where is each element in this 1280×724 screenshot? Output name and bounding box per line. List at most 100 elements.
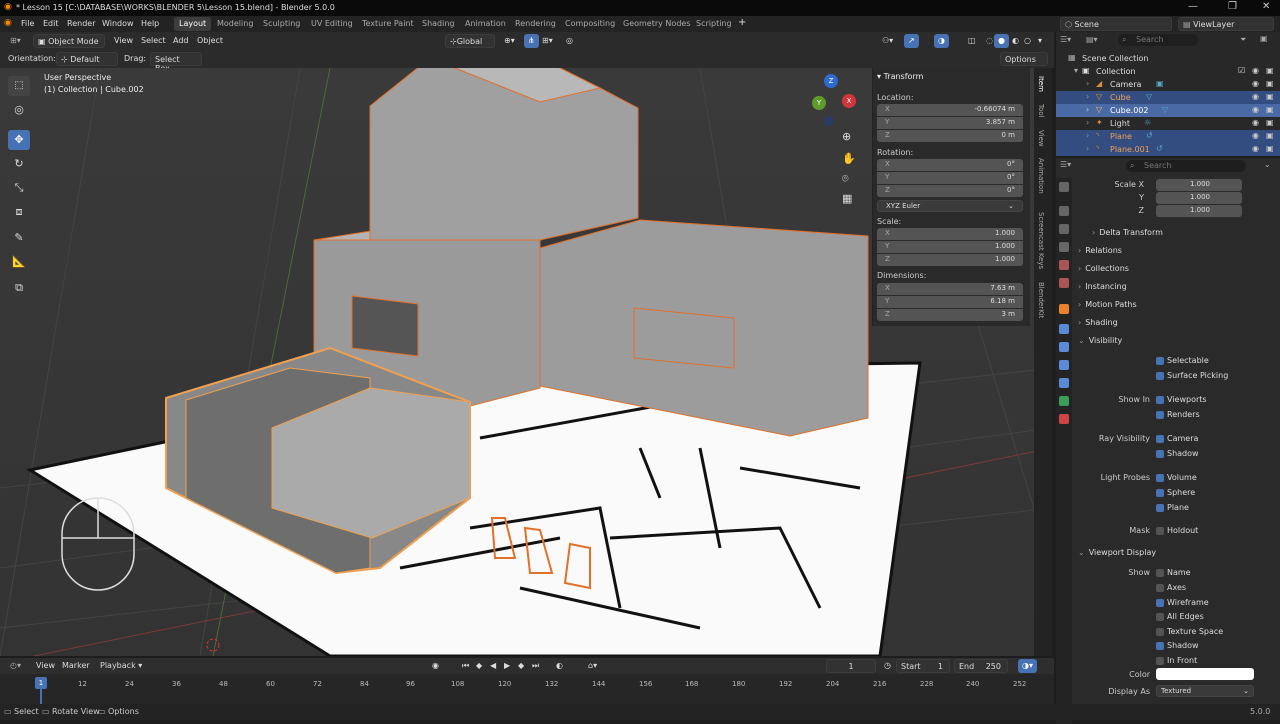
menu-view[interactable]: View xyxy=(110,34,137,48)
end-frame-field[interactable]: End 250 xyxy=(954,659,1008,673)
measure-tool-icon[interactable]: 📐 xyxy=(8,252,30,272)
outliner-editor-icon[interactable]: ☰▾ xyxy=(1060,35,1071,44)
record-icon[interactable]: ◉ xyxy=(428,659,443,673)
mode-selector[interactable]: ▣ Object Mode xyxy=(33,34,105,48)
new-collection-icon[interactable]: ▣ xyxy=(1260,34,1268,43)
output-tab-icon[interactable] xyxy=(1059,224,1069,234)
rotation-y-field[interactable]: Y 0° xyxy=(877,172,1023,184)
camera-render-icon[interactable]: ▣ xyxy=(1266,66,1274,75)
timeline-view-menu[interactable]: View xyxy=(32,659,59,673)
rotation-z-field[interactable]: Z 0° xyxy=(877,185,1023,197)
tab-shading[interactable]: Shading xyxy=(417,17,460,31)
tab-screencast-keys[interactable]: Screencast Keys xyxy=(1037,212,1045,269)
menu-select[interactable]: Select xyxy=(137,34,170,48)
outliner-item-plane[interactable]: › ◝ Plane ↺ ◉ ▣ xyxy=(1056,130,1280,143)
current-frame-field[interactable]: 1 xyxy=(826,659,876,673)
outliner-item-cube[interactable]: › ▽ Cube ▽ ◉ ▣ xyxy=(1056,91,1280,104)
menu-add[interactable]: Add xyxy=(169,34,193,48)
rotate-tool-icon[interactable]: ↻ xyxy=(8,154,30,174)
instancing-section[interactable]: › Instancing xyxy=(1078,282,1127,291)
relations-section[interactable]: › Relations xyxy=(1078,246,1122,255)
modifier-tab-icon[interactable] xyxy=(1059,324,1069,334)
menu-help[interactable]: Help xyxy=(141,19,159,28)
outliner-item-cube-002[interactable]: › ▽ Cube.002 ▽ ◉ ▣ xyxy=(1056,104,1280,117)
tool-tab-icon[interactable] xyxy=(1059,182,1069,192)
render-tab-icon[interactable] xyxy=(1059,206,1069,216)
pan-hand-icon[interactable]: ✋ xyxy=(842,152,856,165)
navigation-gizmo[interactable]: Z X Y xyxy=(806,72,858,132)
location-x-field[interactable]: X -0.66074 m xyxy=(877,104,1023,116)
keying-icon[interactable]: ◐ xyxy=(552,659,567,673)
physics-tab-icon[interactable] xyxy=(1059,360,1069,370)
add-workspace-icon[interactable]: + xyxy=(738,17,746,28)
scene-selector[interactable]: ⬡ Scene xyxy=(1060,17,1172,31)
filter-icon[interactable]: ⏷ xyxy=(1240,35,1246,45)
camera-render-icon[interactable]: ▣ xyxy=(1266,79,1274,88)
motion-paths-section[interactable]: › Motion Paths xyxy=(1078,300,1137,309)
tab-sculpting[interactable]: Sculpting xyxy=(258,17,305,31)
auto-key-icon[interactable]: ⌂▾ xyxy=(584,659,601,673)
eye-icon[interactable]: ◉ xyxy=(1252,144,1259,153)
scale-z-field[interactable]: Z 1.000 xyxy=(877,254,1023,266)
timeline-scrubber[interactable]: 1 xyxy=(0,674,1054,704)
tab-animation[interactable]: Animation xyxy=(460,17,511,31)
tab-animation-sidebar[interactable]: Animation xyxy=(1037,158,1045,194)
tab-item[interactable]: Item xyxy=(1037,76,1045,92)
add-cube-tool-icon[interactable]: ⧉ xyxy=(8,278,30,298)
cursor-tool-icon[interactable]: ◎ xyxy=(8,100,30,120)
visibility-section[interactable]: ⌄ Visibility xyxy=(1078,336,1122,345)
outliner-item-camera[interactable]: › ◢ Camera ▣ ◉ ▣ xyxy=(1056,78,1280,91)
scene-tab-icon[interactable] xyxy=(1059,260,1069,270)
tab-scripting[interactable]: Scripting xyxy=(691,17,737,31)
tab-compositing[interactable]: Compositing xyxy=(560,17,620,31)
scale-y-field[interactable]: Y 1.000 xyxy=(877,241,1023,253)
outliner-item-plane-001[interactable]: › ◝ Plane.001 ↺ ◉ ▣ xyxy=(1056,143,1280,156)
prev-keyframe-icon[interactable]: ◆ xyxy=(472,659,486,673)
menu-file[interactable]: File xyxy=(21,19,34,28)
tab-tool[interactable]: Tool xyxy=(1037,104,1045,118)
timeline-options-icon[interactable]: ◑▾ xyxy=(1018,659,1037,673)
camera-render-icon[interactable]: ▣ xyxy=(1266,131,1274,140)
snap-target-icon[interactable]: ⊞▾ xyxy=(538,34,557,48)
properties-search-input[interactable]: ⌕ Search xyxy=(1126,160,1246,172)
constraints-tab-icon[interactable] xyxy=(1059,378,1069,388)
viewlayer-selector[interactable]: ▤ ViewLayer xyxy=(1178,17,1274,31)
tab-layout[interactable]: Layout xyxy=(174,17,212,31)
gizmo-x-axis[interactable]: X xyxy=(842,94,856,108)
xray-icon[interactable]: ◫ xyxy=(964,34,980,48)
menu-object[interactable]: Object xyxy=(193,34,227,48)
eye-icon[interactable]: ◉ xyxy=(1252,131,1259,140)
transform-orientation[interactable]: ⊹Global xyxy=(445,34,495,48)
dimensions-y-field[interactable]: Y 6.18 m xyxy=(877,296,1023,308)
transform-panel-header[interactable]: ▾ Transform xyxy=(877,72,923,81)
menu-edit[interactable]: Edit xyxy=(43,19,59,28)
play-icon[interactable]: ▶ xyxy=(500,659,514,673)
props-scale-y-field[interactable]: 1.000 xyxy=(1156,192,1242,204)
timeline-playback-menu[interactable]: Playback ▾ xyxy=(96,659,146,673)
eye-icon[interactable]: ◉ xyxy=(1252,66,1259,75)
minimize-icon[interactable]: — xyxy=(1188,1,1198,12)
blender-menu-icon[interactable]: ◉ xyxy=(4,18,12,28)
outliner-collection[interactable]: ▾ ▣ Collection ☑ ◉ ▣ xyxy=(1056,65,1280,78)
perspective-toggle-icon[interactable]: ▦ xyxy=(842,192,852,205)
transform-tool-icon[interactable]: ⧈ xyxy=(8,202,30,222)
collections-section[interactable]: › Collections xyxy=(1078,264,1129,273)
eye-icon[interactable]: ◉ xyxy=(1252,79,1259,88)
object-tab-icon[interactable] xyxy=(1059,304,1069,314)
jump-end-icon[interactable]: ⏭ xyxy=(528,659,543,673)
jump-start-icon[interactable]: ⏮ xyxy=(458,659,473,673)
gizmo-y-axis[interactable]: Y xyxy=(812,96,826,110)
gizmo-neg-z[interactable] xyxy=(824,116,834,126)
shading-options-icon[interactable]: ▾ xyxy=(1034,34,1046,48)
outliner-search-input[interactable]: ⌕ Search xyxy=(1118,34,1198,46)
house-tower[interactable] xyxy=(369,68,639,241)
tab-geometry-nodes[interactable]: Geometry Nodes xyxy=(618,17,695,31)
tab-blenderkit[interactable]: BlenderKit xyxy=(1037,282,1045,318)
display-mode-icon[interactable]: ▤▾ xyxy=(1086,35,1098,44)
shading-section[interactable]: › Shading xyxy=(1078,318,1118,327)
camera-render-icon[interactable]: ▣ xyxy=(1266,118,1274,127)
outliner-item-light[interactable]: › ✦ Light ☼ ◉ ▣ xyxy=(1056,117,1280,130)
view-layer-tab-icon[interactable] xyxy=(1059,242,1069,252)
drag-dropdown[interactable]: Select Box xyxy=(150,52,202,73)
next-keyframe-icon[interactable]: ◆ xyxy=(514,659,528,673)
